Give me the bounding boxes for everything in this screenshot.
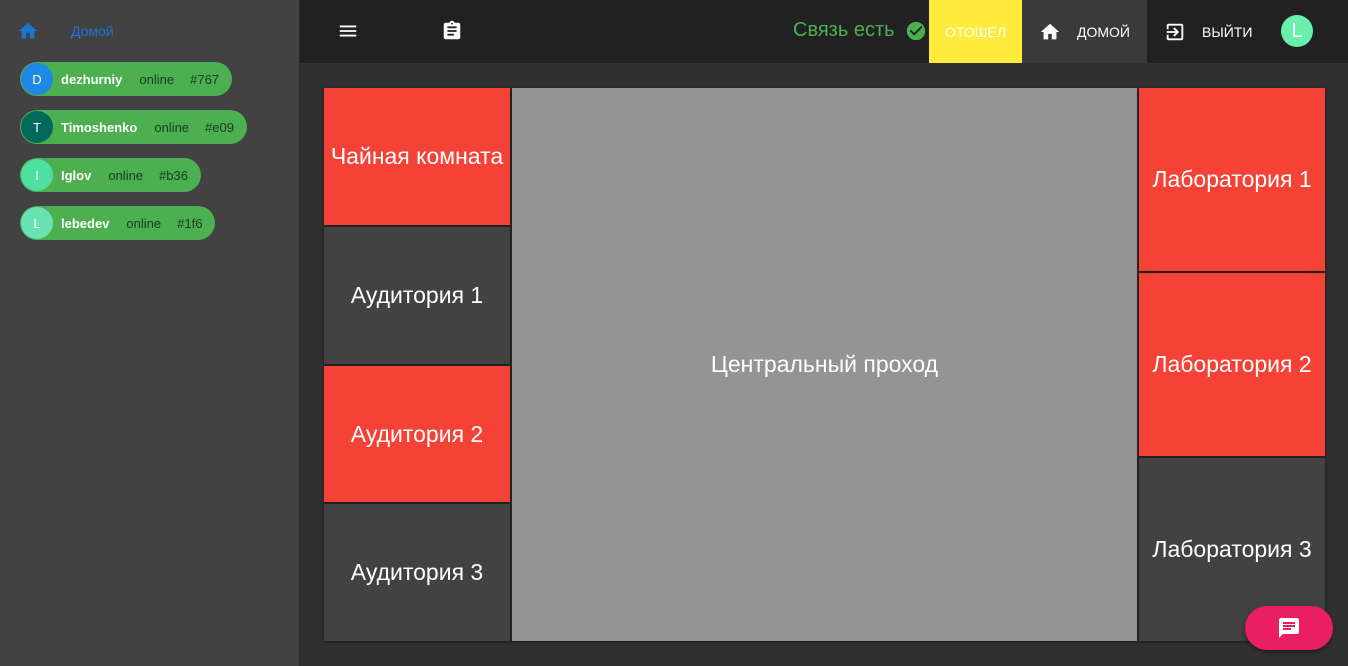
user-avatar[interactable]: L <box>1281 15 1313 47</box>
exit-button-label: ВЫЙТИ <box>1202 23 1253 40</box>
room-central-hall[interactable]: Центральный проход <box>512 88 1137 641</box>
chat-button[interactable] <box>1245 606 1333 650</box>
sidebar-header[interactable]: Домой <box>0 0 299 62</box>
user-code: #1f6 <box>177 215 203 231</box>
user-avatar: I <box>21 159 53 191</box>
home-button-label: ДОМОЙ <box>1077 23 1130 40</box>
user-name: dezhurniy <box>61 71 123 87</box>
user-chip-lebedev[interactable]: L lebedev online #1f6 <box>20 206 216 240</box>
user-code: #e09 <box>205 119 234 135</box>
user-code: #b36 <box>159 167 188 183</box>
exit-icon <box>1166 23 1184 40</box>
user-avatar: D <box>21 63 53 95</box>
user-name: Timoshenko <box>61 119 138 135</box>
room-lab-1[interactable]: Лаборатория 1 <box>1139 88 1325 271</box>
user-avatar: L <box>21 207 53 239</box>
user-avatar: T <box>21 111 53 143</box>
user-status: online <box>139 71 175 87</box>
sidebar-home-label: Домой <box>71 23 114 39</box>
user-status: online <box>108 167 144 183</box>
home-icon <box>18 22 38 39</box>
user-chip-dezhurniy[interactable]: D dezhurniy online #767 <box>20 62 233 96</box>
home-button[interactable]: ДОМОЙ <box>1022 0 1147 63</box>
connection-status-label: Связь есть <box>793 19 895 41</box>
room-auditorium-3[interactable]: Аудитория 3 <box>324 504 510 641</box>
menu-icon[interactable] <box>337 20 359 42</box>
user-code: #767 <box>190 71 220 87</box>
clipboard-icon[interactable] <box>441 19 463 43</box>
user-status: online <box>154 119 190 135</box>
chat-icon <box>1279 618 1299 638</box>
top-app-bar: Связь есть ОТОШЕЛ ДОМОЙ ВЫЙТИ L <box>300 0 1348 63</box>
user-name: Iglov <box>61 167 92 183</box>
room-tea-room[interactable]: Чайная комната <box>324 88 510 225</box>
check-circle-icon <box>906 21 926 41</box>
room-auditorium-2[interactable]: Аудитория 2 <box>324 366 510 502</box>
room-lab-2[interactable]: Лаборатория 2 <box>1139 273 1325 456</box>
user-status: online <box>126 215 162 231</box>
home-icon <box>1040 23 1060 39</box>
away-button[interactable]: ОТОШЕЛ <box>929 0 1022 63</box>
room-auditorium-1[interactable]: Аудитория 1 <box>324 227 510 364</box>
exit-button[interactable]: ВЫЙТИ <box>1147 0 1272 63</box>
user-chip-iglov[interactable]: I Iglov online #b36 <box>20 158 201 192</box>
sidebar: Домой D dezhurniy online #767 T Timoshen… <box>0 0 300 666</box>
user-chip-timoshenko[interactable]: T Timoshenko online #e09 <box>20 110 247 144</box>
user-name: lebedev <box>61 215 110 231</box>
